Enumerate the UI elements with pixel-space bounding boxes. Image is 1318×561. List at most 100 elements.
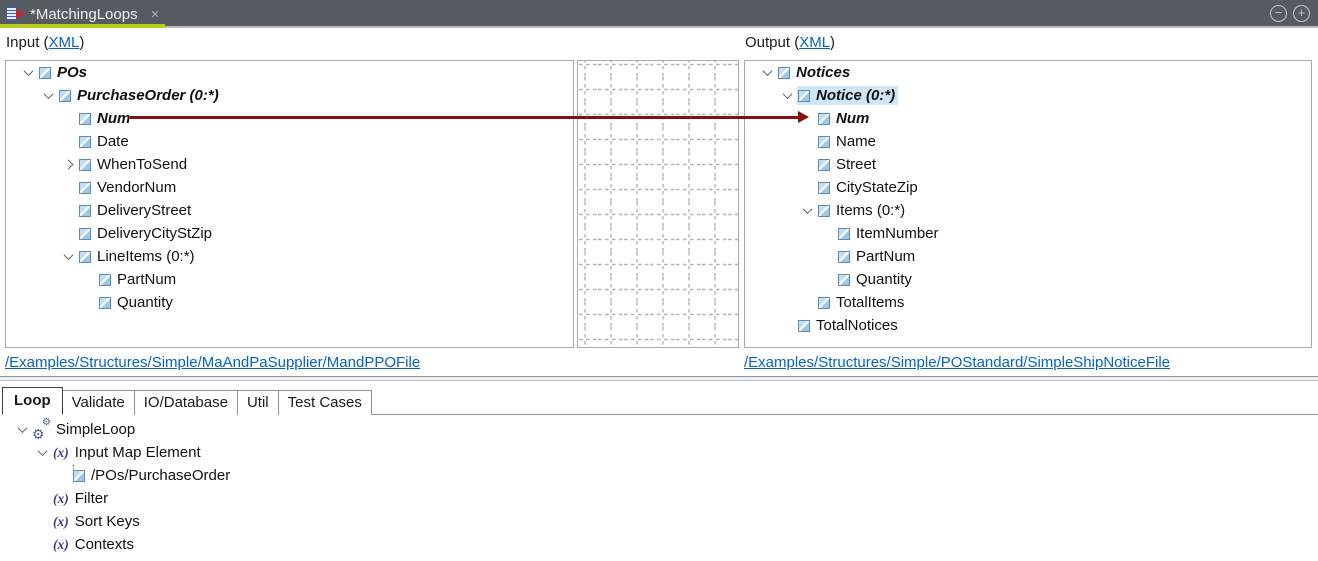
tree-row-deliverystreet[interactable]: DeliveryStreet bbox=[6, 199, 573, 222]
tree-row-quantity[interactable]: Quantity bbox=[6, 291, 573, 314]
tab-validate[interactable]: Validate bbox=[61, 390, 135, 415]
tree-node-label: PartNum bbox=[856, 248, 916, 265]
tree-row-date[interactable]: Date bbox=[6, 130, 573, 153]
node: DeliveryCityStZip bbox=[78, 224, 215, 243]
chevron-down-icon[interactable] bbox=[63, 250, 73, 261]
tree-row-quantity[interactable]: Quantity bbox=[745, 268, 1311, 291]
tab-io-database[interactable]: IO/Database bbox=[133, 390, 238, 415]
loop-gears-icon: ⚙ ⚙ bbox=[32, 416, 51, 442]
expander-slot bbox=[18, 66, 38, 77]
tree-row-deliverycitystzip[interactable]: DeliveryCityStZip bbox=[6, 222, 573, 245]
expression-icon: (x) bbox=[53, 444, 69, 460]
node: ↑ /POs/PurchaseOrder bbox=[71, 462, 233, 485]
loop-properties-tree: ⚙ ⚙ SimpleLoop (x) Input Map Element ↑ /POs/Pu… bbox=[0, 415, 1318, 556]
tree-node-label: Num bbox=[97, 110, 131, 127]
input-header-close-paren: ) bbox=[79, 34, 85, 51]
xml-element-icon bbox=[79, 158, 91, 171]
chevron-down-icon[interactable] bbox=[782, 89, 792, 100]
node: TotalItems bbox=[817, 293, 907, 312]
xml-element-icon bbox=[838, 273, 850, 286]
mapped-xml-element-icon: ↑ bbox=[71, 462, 85, 482]
tree-row-pos[interactable]: POs bbox=[6, 61, 573, 84]
close-tab-icon[interactable]: × bbox=[151, 6, 160, 23]
tree-row-pos-purchaseorder[interactable]: ↑ /POs/PurchaseOrder bbox=[0, 462, 1318, 487]
xml-element-icon bbox=[59, 89, 71, 102]
xml-element-icon bbox=[79, 135, 91, 148]
tree-row-num[interactable]: Num bbox=[745, 107, 1311, 130]
xml-element-icon bbox=[818, 135, 830, 148]
tree-node-label: PurchaseOrder (0:*) bbox=[77, 87, 219, 104]
chevron-down-icon[interactable] bbox=[23, 66, 33, 77]
xml-element-icon bbox=[79, 112, 91, 125]
xml-element-icon bbox=[838, 227, 850, 240]
output-header-text: Output ( bbox=[745, 34, 800, 51]
tree-row-name[interactable]: Name bbox=[745, 130, 1311, 153]
chevron-down-icon[interactable] bbox=[802, 204, 812, 215]
tree-row-simpleloop[interactable]: ⚙ ⚙ SimpleLoop bbox=[0, 416, 1318, 442]
tab-util[interactable]: Util bbox=[236, 390, 279, 415]
tree-row-totalitems[interactable]: TotalItems bbox=[745, 291, 1311, 314]
tab-test-cases[interactable]: Test Cases bbox=[277, 390, 372, 415]
tree-row-sort-keys[interactable]: (x) Sort Keys bbox=[0, 510, 1318, 533]
tree-node-label: Name bbox=[836, 133, 877, 150]
tree-node-label: Quantity bbox=[117, 294, 173, 311]
chevron-down-icon[interactable] bbox=[43, 89, 53, 100]
node: Notices bbox=[777, 63, 853, 82]
xml-element-icon bbox=[818, 181, 830, 194]
tree-row-items-0[interactable]: Items (0:*) bbox=[745, 199, 1311, 222]
tree-row-purchaseorder-0[interactable]: PurchaseOrder (0:*) bbox=[6, 84, 573, 107]
expression-icon: (x) bbox=[53, 513, 69, 529]
tree-row-filter[interactable]: (x) Filter bbox=[0, 487, 1318, 510]
tree-row-notices[interactable]: Notices bbox=[745, 61, 1311, 84]
tree-row-whentosend[interactable]: WhenToSend bbox=[6, 153, 573, 176]
tree-row-partnum[interactable]: PartNum bbox=[745, 245, 1311, 268]
node: PartNum bbox=[98, 270, 179, 289]
node: WhenToSend bbox=[78, 155, 190, 174]
selected-node: Notice (0:*) bbox=[797, 86, 899, 105]
tree-row-notice-0[interactable]: Notice (0:*) bbox=[745, 84, 1311, 107]
mapping-arrowhead-icon bbox=[798, 111, 809, 123]
tree-row-lineitems-0[interactable]: LineItems (0:*) bbox=[6, 245, 573, 268]
node: Num bbox=[78, 109, 133, 128]
expander-slot bbox=[58, 250, 78, 261]
input-xml-link[interactable]: XML bbox=[49, 34, 80, 51]
tree-node-label: TotalNotices bbox=[816, 317, 898, 334]
collapse-circle-button[interactable]: − bbox=[1270, 5, 1287, 22]
tree-row-street[interactable]: Street bbox=[745, 153, 1311, 176]
tree-node-label: Input Map Element bbox=[74, 444, 201, 461]
chevron-down-icon[interactable] bbox=[762, 66, 772, 77]
node: (x) Filter bbox=[52, 489, 111, 508]
chevron-down-icon[interactable] bbox=[37, 446, 47, 457]
tree-row-vendornum[interactable]: VendorNum bbox=[6, 176, 573, 199]
xml-element-icon bbox=[818, 296, 830, 309]
output-file-link[interactable]: /Examples/Structures/Simple/POStandard/S… bbox=[744, 354, 1170, 371]
window-titlebar: *MatchingLoops × − + bbox=[0, 0, 1318, 28]
xml-element-icon bbox=[79, 250, 91, 263]
tree-row-itemnumber[interactable]: ItemNumber bbox=[745, 222, 1311, 245]
mapping-line[interactable] bbox=[130, 116, 798, 119]
node: TotalNotices bbox=[797, 316, 901, 335]
tab-loop[interactable]: Loop bbox=[2, 387, 63, 415]
document-tab-title: *MatchingLoops bbox=[30, 5, 138, 23]
expander-slot bbox=[58, 159, 78, 170]
tree-row-citystatezip[interactable]: CityStateZip bbox=[745, 176, 1311, 199]
mapping-canvas[interactable] bbox=[577, 60, 739, 348]
chevron-right-icon[interactable] bbox=[63, 159, 73, 170]
tree-row-partnum[interactable]: PartNum bbox=[6, 268, 573, 291]
horizontal-splitter[interactable] bbox=[0, 376, 1318, 381]
output-xml-link[interactable]: XML bbox=[799, 34, 830, 51]
tree-row-input-map-element[interactable]: (x) Input Map Element bbox=[0, 441, 1318, 464]
mapper-area: Input (XML) Output (XML) POs PurchaseOrde… bbox=[0, 28, 1318, 376]
tree-row-contexts[interactable]: (x) Contexts bbox=[0, 533, 1318, 556]
input-file-link[interactable]: /Examples/Structures/Simple/MaAndPaSuppl… bbox=[5, 354, 420, 371]
output-tree-panel: Notices Notice (0:*) Num Name Street CityStat… bbox=[744, 60, 1312, 348]
tree-row-totalnotices[interactable]: TotalNotices bbox=[745, 314, 1311, 337]
xml-element-icon bbox=[818, 204, 830, 217]
xml-element-icon bbox=[818, 158, 830, 171]
chevron-down-icon[interactable] bbox=[17, 423, 27, 434]
input-tree-panel: POs PurchaseOrder (0:*) Num Date WhenToSend V… bbox=[5, 60, 574, 348]
output-pane-header: Output (XML) bbox=[745, 34, 835, 51]
expand-circle-button[interactable]: + bbox=[1293, 5, 1310, 22]
input-header-text: Input ( bbox=[6, 34, 49, 51]
node: LineItems (0:*) bbox=[78, 247, 198, 266]
